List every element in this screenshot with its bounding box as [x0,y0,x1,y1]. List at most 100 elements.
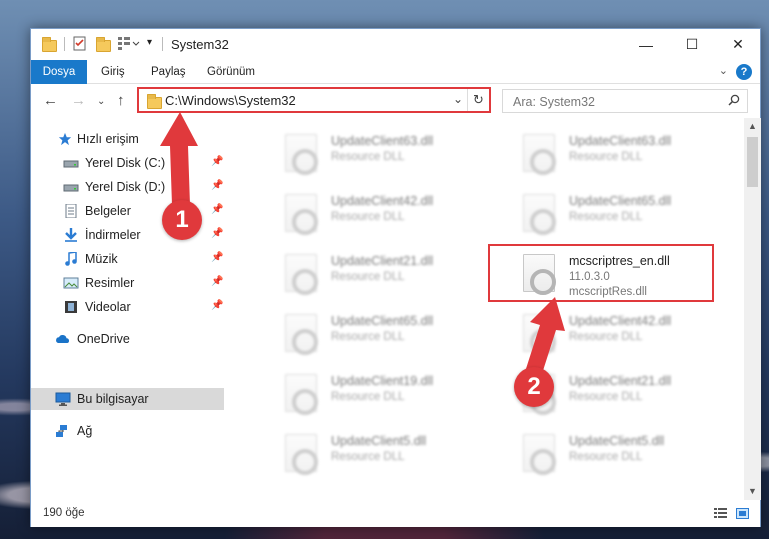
large-icons-view-icon[interactable] [736,508,749,519]
address-path[interactable]: C:\Windows\System32 [165,93,296,108]
file-name: UpdateClient63.dll [331,134,434,148]
sidebar-item-onedrive[interactable]: OneDrive [31,328,226,350]
file-name: UpdateClient19.dll [331,374,434,388]
dll-file-icon [285,314,318,355]
file-description: Resource DLL [331,211,405,223]
file-name: UpdateClient63.dll [569,134,672,148]
help-icon[interactable]: ? [736,64,752,80]
tab-home[interactable]: Giriş [101,60,125,84]
pin-icon[interactable]: 📌 [211,276,223,287]
close-button[interactable]: ✕ [715,29,761,60]
sidebar-item-music[interactable]: Müzik 📌 [31,248,226,270]
sidebar-item-network[interactable]: Ağ [31,420,226,442]
folder-icon [147,94,162,109]
sidebar-item-label: Bu bilgisayar [77,392,149,406]
step-1-badge: 1 [162,200,202,240]
download-icon [65,228,77,242]
forward-arrow-icon[interactable]: → [71,92,86,109]
up-arrow-icon[interactable]: ↑ [117,92,125,109]
maximize-button[interactable]: ☐ [669,29,715,60]
back-arrow-icon[interactable]: ← [43,92,58,109]
dll-file-icon [285,374,318,415]
step-2-badge: 2 [514,367,554,407]
sidebar-item-label: Ağ [77,424,93,438]
sidebar-item-label: Resimler [85,276,135,290]
sidebar-item-this-pc[interactable]: Bu bilgisayar [31,388,224,410]
list-item[interactable]: UpdateClient65.dll Resource DLL [495,188,725,240]
list-item[interactable]: UpdateClient5.dll Resource DLL [257,428,487,480]
list-item[interactable]: UpdateClient42.dll Resource DLL [257,188,487,240]
tab-share[interactable]: Paylaş [151,60,186,84]
tab-file[interactable]: Dosya [31,60,87,84]
pin-icon[interactable]: 📌 [211,204,223,215]
file-description: Resource DLL [331,451,405,463]
list-item[interactable]: UpdateClient21.dll Resource DLL [257,248,487,300]
dll-file-icon [523,194,556,235]
search-input[interactable]: Ara: System32 [513,95,595,109]
scroll-up-arrow-icon[interactable]: ▲ [744,118,761,135]
drive-icon [63,184,79,192]
dll-file-icon [285,134,318,175]
customize-toolbar-icon[interactable] [117,35,143,53]
list-item[interactable]: UpdateClient63.dll Resource DLL [495,128,725,180]
window-title: System32 [171,37,229,52]
list-item[interactable]: UpdateClient65.dll Resource DLL [257,308,487,360]
file-description: Resource DLL [569,211,643,223]
file-description: Resource DLL [569,391,643,403]
sidebar-item-quick-access[interactable]: Hızlı erişim [31,128,226,150]
search-icon[interactable] [728,94,740,106]
sidebar-item-pictures[interactable]: Resimler 📌 [31,272,226,294]
pin-icon[interactable]: 📌 [211,252,223,263]
list-item[interactable]: UpdateClient5.dll Resource DLL [495,428,725,480]
address-bar[interactable]: C:\Windows\System32 ⌄ ↻ [137,87,491,113]
minimize-button[interactable]: — [623,29,669,60]
refresh-icon[interactable]: ↻ [467,89,489,111]
pin-icon[interactable]: 📌 [211,300,223,311]
pin-icon[interactable]: 📌 [211,228,223,239]
pin-icon[interactable]: 📌 [211,156,223,167]
drive-icon [63,160,79,168]
scroll-down-arrow-icon[interactable]: ▼ [744,483,761,500]
sidebar-item-label: Belgeler [85,204,131,218]
file-name: UpdateClient65.dll [569,194,672,208]
search-box[interactable]: Ara: System32 [502,89,748,113]
highlight-box-target-file [488,244,714,302]
scroll-thumb[interactable] [747,137,758,187]
sidebar-item-label: Müzik [85,252,118,266]
videos-icon [65,301,77,313]
file-name: UpdateClient65.dll [331,314,434,328]
sidebar-item-videos[interactable]: Videolar 📌 [31,296,226,318]
documents-icon [65,204,77,218]
recent-locations-chevron-icon[interactable]: ⌄ [97,96,105,107]
list-item[interactable]: UpdateClient42.dll Resource DLL [495,308,725,360]
pictures-icon [63,277,79,289]
ribbon-expand-icon[interactable]: ⌄ [719,64,728,77]
sidebar-item-label: Videolar [85,300,131,314]
vertical-scrollbar[interactable]: ▲ ▼ [744,118,761,500]
dll-file-icon [523,134,556,175]
list-item[interactable]: UpdateClient63.dll Resource DLL [257,128,487,180]
sidebar-item-local-disk-d[interactable]: Yerel Disk (D:) 📌 [31,176,226,198]
new-folder-icon[interactable] [95,35,111,53]
file-name: UpdateClient5.dll [569,434,665,448]
sidebar-item-label: Yerel Disk (C:) [85,156,166,170]
file-list: UpdateClient63.dll Resource DLL UpdateCl… [227,118,744,500]
pin-icon[interactable]: 📌 [211,180,223,191]
title-bar: ▾ System32 — ☐ ✕ [31,29,760,60]
file-name: UpdateClient21.dll [569,374,672,388]
status-bar: 190 öğe [31,500,760,527]
sidebar-item-label: İndirmeler [85,228,141,242]
sidebar-item-local-disk-c[interactable]: Yerel Disk (C:) 📌 [31,152,226,174]
chevron-down-icon[interactable]: ⌄ [453,92,463,106]
dll-file-icon [523,434,556,475]
details-view-icon[interactable] [714,508,727,519]
sidebar-item-label: OneDrive [77,332,130,346]
tab-view[interactable]: Görünüm [207,60,255,84]
properties-icon[interactable] [73,35,89,53]
file-description: Resource DLL [569,151,643,163]
chevron-down-icon[interactable]: ▾ [147,37,163,55]
computer-icon [55,392,71,406]
navigation-bar: ← → ⌄ ↑ C:\Windows\System32 ⌄ ↻ Ara: Sys… [31,84,760,118]
file-description: Resource DLL [569,451,643,463]
list-item[interactable]: UpdateClient19.dll Resource DLL [257,368,487,420]
